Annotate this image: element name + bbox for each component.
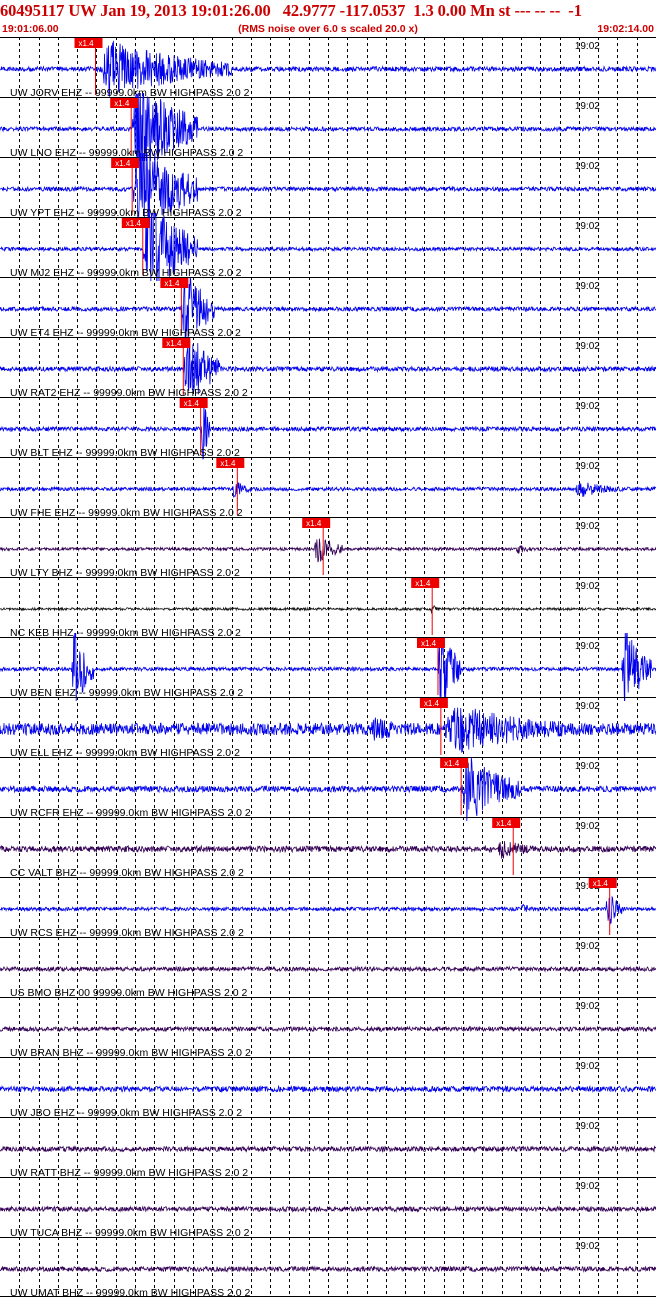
minute-tick-label: 19:02 bbox=[575, 941, 600, 952]
minute-tick-label: 19:02 bbox=[575, 761, 600, 772]
pick-label: x1.4 bbox=[415, 579, 431, 588]
minute-tick-label: 19:02 bbox=[575, 521, 600, 532]
minute-tick-label: 19:02 bbox=[575, 161, 600, 172]
seismogram-plot: 19:02x1.4UW JORV EHZ -- 99999.0km BW HIG… bbox=[0, 37, 656, 1298]
minute-tick-label: 19:02 bbox=[575, 401, 600, 412]
pick-label: x1.4 bbox=[184, 399, 200, 408]
minute-tick-label: 19:02 bbox=[575, 281, 600, 292]
minute-tick-label: 19:02 bbox=[575, 341, 600, 352]
minute-tick-label: 19:02 bbox=[575, 1181, 600, 1192]
minute-tick-label: 19:02 bbox=[575, 821, 600, 832]
waveform-trace bbox=[0, 1145, 656, 1153]
minute-tick-label: 19:02 bbox=[575, 221, 600, 232]
minute-tick-label: 19:02 bbox=[575, 1001, 600, 1012]
trace-panel: 19:02UW RATT BHZ -- 99999.0km BW HIGHPAS… bbox=[0, 1117, 656, 1179]
waveform-trace bbox=[0, 1084, 656, 1094]
pick-label: x1.4 bbox=[126, 219, 142, 228]
pick-label: x1.4 bbox=[424, 699, 440, 708]
trace-panel: 19:02x1.4NC KEB HHZ -- 99999.0km BW HIGH… bbox=[0, 577, 656, 639]
rms-noise-note: (RMS noise over 6.0 s scaled 20.0 x) bbox=[238, 23, 418, 35]
end-time-label: 19:02:14.00 bbox=[597, 23, 654, 35]
pick-label: x1.4 bbox=[496, 819, 512, 828]
pick-label: x1.4 bbox=[421, 639, 437, 648]
trace-panel: 19:02x1.4UW LTY BHZ -- 99999.0km BW HIGH… bbox=[0, 517, 656, 579]
pick-label: x1.4 bbox=[220, 459, 236, 468]
trace-panel: 19:02x1.4UW FHE EHZ -- 99999.0km BW HIGH… bbox=[0, 457, 656, 519]
minute-tick-label: 19:02 bbox=[575, 461, 600, 472]
trace-panel: 19:02UW JBO EHZ -- 99999.0km BW HIGHPASS… bbox=[0, 1057, 656, 1119]
trace-panel: 19:02x1.4UW RAT2 EHZ -- 99999.0km BW HIG… bbox=[0, 337, 656, 399]
minute-tick-label: 19:02 bbox=[575, 641, 600, 652]
minute-tick-label: 19:02 bbox=[575, 1061, 600, 1072]
minute-tick-label: 19:02 bbox=[575, 41, 600, 52]
pick-label: x1.4 bbox=[166, 339, 182, 348]
pick-label: x1.4 bbox=[115, 159, 131, 168]
pick-label: x1.4 bbox=[444, 759, 460, 768]
pick-label: x1.4 bbox=[164, 279, 180, 288]
pick-label: x1.4 bbox=[593, 879, 609, 888]
pick-label: x1.4 bbox=[79, 39, 95, 48]
trace-panel: 19:02x1.4UW JORV EHZ -- 99999.0km BW HIG… bbox=[0, 37, 656, 99]
minute-tick-label: 19:02 bbox=[575, 581, 600, 592]
event-header-title: 60495117 UW Jan 19, 2013 19:01:26.00 42.… bbox=[0, 1, 582, 20]
minute-tick-label: 19:02 bbox=[575, 101, 600, 112]
trace-panel: 19:02UW UMAT BHZ -- 99999.0km BW HIGHPAS… bbox=[0, 1237, 656, 1298]
minute-tick-label: 19:02 bbox=[575, 701, 600, 712]
waveform-trace bbox=[0, 605, 656, 615]
pick-label: x1.4 bbox=[114, 99, 130, 108]
trace-panel: 19:02x1.4UW ELL EHZ -- 99999.0km BW HIGH… bbox=[0, 697, 656, 759]
pick-label: x1.4 bbox=[306, 519, 322, 528]
minute-tick-label: 19:02 bbox=[575, 1241, 600, 1252]
minute-tick-label: 19:02 bbox=[575, 1121, 600, 1132]
